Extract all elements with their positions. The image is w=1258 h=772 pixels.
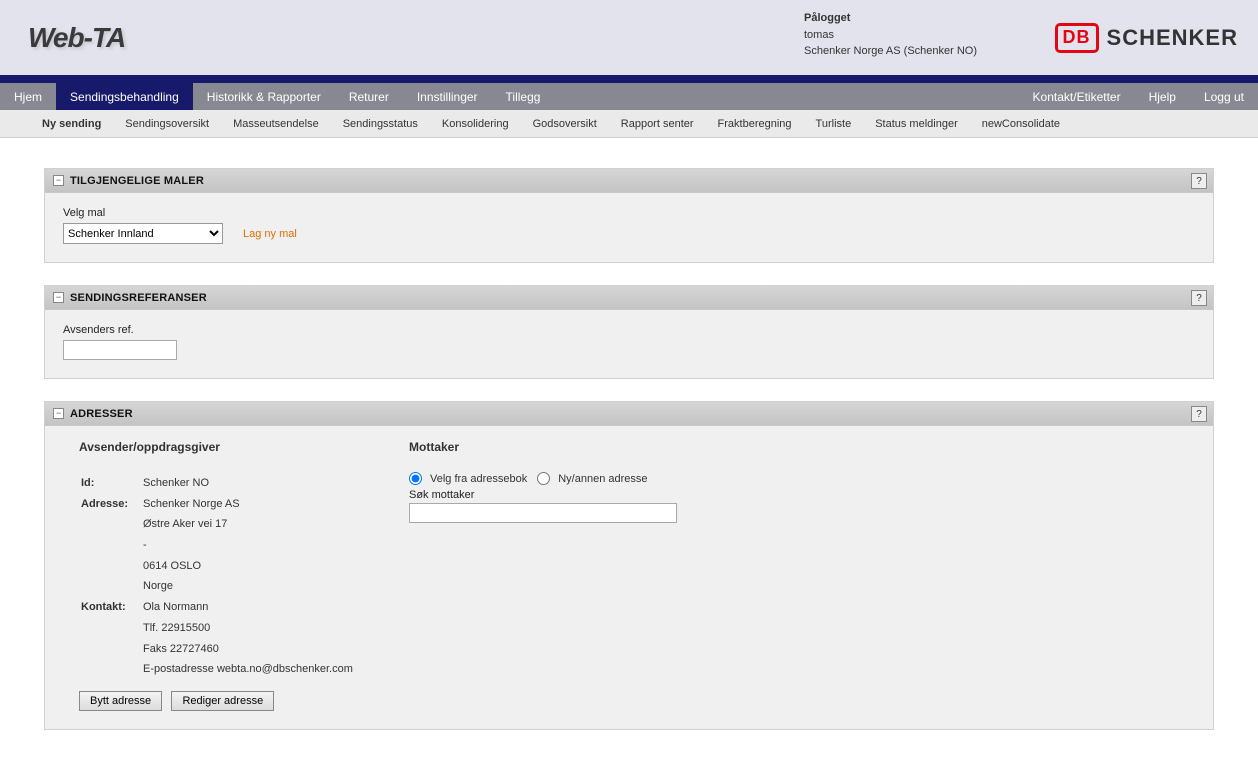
login-label: Pålogget xyxy=(804,10,977,27)
contact-name: Ola Normann xyxy=(143,598,353,617)
nav-spacer xyxy=(554,83,1018,110)
radio-addressbook-text: Velg fra adressebok xyxy=(430,473,527,485)
panel-addresses-head: − ADRESSER ? xyxy=(45,402,1213,426)
panel-templates-body: Velg mal Schenker Innland Lag ny mal xyxy=(45,193,1213,262)
panel-templates: − TILGJENGELIGE MALER ? Velg mal Schenke… xyxy=(44,168,1214,263)
divider-bar xyxy=(0,75,1258,83)
sender-table: Id: Schenker NO Adresse: Schenker Norge … xyxy=(79,472,355,681)
subnav-masseutsendelse[interactable]: Masseutsendelse xyxy=(221,118,331,130)
panel-addresses-title: ADRESSER xyxy=(70,408,133,420)
receiver-column: Mottaker Velg fra adressebok Ny/annen ad… xyxy=(409,440,975,711)
login-company: Schenker Norge AS (Schenker NO) xyxy=(804,43,977,60)
subnav-sendingsstatus[interactable]: Sendingsstatus xyxy=(331,118,430,130)
app-logo: Web-TA xyxy=(28,22,125,54)
panel-templates-title: TILGJENGELIGE MALER xyxy=(70,175,204,187)
addr-label: Adresse: xyxy=(81,495,141,514)
brand-logo: DB SCHENKER xyxy=(1055,23,1238,53)
nav-innstillinger[interactable]: Innstillinger xyxy=(403,83,492,110)
subnav-fraktberegning[interactable]: Fraktberegning xyxy=(706,118,804,130)
subnav-godsoversikt[interactable]: Godsoversikt xyxy=(521,118,609,130)
subnav-ny-sending[interactable]: Ny sending xyxy=(30,118,113,130)
nav-historikk[interactable]: Historikk & Rapporter xyxy=(193,83,335,110)
addr-line5: Norge xyxy=(143,577,353,596)
radio-addressbook-label[interactable]: Velg fra adressebok xyxy=(409,472,527,485)
collapse-icon[interactable]: − xyxy=(53,175,64,186)
subnav-sendingsoversikt[interactable]: Sendingsoversikt xyxy=(113,118,221,130)
nav-kontakt[interactable]: Kontakt/Etiketter xyxy=(1019,83,1135,110)
receiver-heading: Mottaker xyxy=(409,440,975,454)
search-receiver-input[interactable] xyxy=(409,503,677,523)
contact-fax: Faks 22727460 xyxy=(143,640,353,659)
collapse-icon[interactable]: − xyxy=(53,408,64,419)
radio-newaddress[interactable] xyxy=(537,472,550,485)
id-value: Schenker NO xyxy=(143,474,353,493)
addr-line1: Schenker Norge AS xyxy=(143,495,353,514)
velg-mal-label: Velg mal xyxy=(63,207,1195,219)
contact-tel: Tlf. 22915500 xyxy=(143,619,353,638)
help-icon[interactable]: ? xyxy=(1191,173,1207,189)
addr-line4: 0614 OSLO xyxy=(143,557,353,576)
nav-hjelp[interactable]: Hjelp xyxy=(1135,83,1190,110)
help-icon[interactable]: ? xyxy=(1191,290,1207,306)
new-template-link[interactable]: Lag ny mal xyxy=(243,228,297,240)
collapse-icon[interactable]: − xyxy=(53,292,64,303)
main-content: − TILGJENGELIGE MALER ? Velg mal Schenke… xyxy=(0,138,1258,772)
db-icon: DB xyxy=(1055,23,1099,53)
template-row: Schenker Innland Lag ny mal xyxy=(63,223,1195,244)
radio-newaddress-text: Ny/annen adresse xyxy=(558,473,647,485)
help-icon[interactable]: ? xyxy=(1191,406,1207,422)
nav-tillegg[interactable]: Tillegg xyxy=(492,83,555,110)
schenker-text: SCHENKER xyxy=(1107,25,1238,51)
search-receiver-label: Søk mottaker xyxy=(409,489,975,501)
subnav-turliste[interactable]: Turliste xyxy=(804,118,864,130)
panel-refs-body: Avsenders ref. xyxy=(45,310,1213,378)
template-select[interactable]: Schenker Innland xyxy=(63,223,223,244)
subnav-konsolidering[interactable]: Konsolidering xyxy=(430,118,521,130)
avsenders-ref-label: Avsenders ref. xyxy=(63,324,1195,336)
subnav-statusmeldinger[interactable]: Status meldinger xyxy=(863,118,970,130)
subnav-newconsolidate[interactable]: newConsolidate xyxy=(970,118,1072,130)
radio-addressbook[interactable] xyxy=(409,472,422,485)
avsenders-ref-input[interactable] xyxy=(63,340,177,360)
panel-refs-title: SENDINGSREFERANSER xyxy=(70,292,207,304)
addr-line3: - xyxy=(143,536,353,555)
radio-newaddress-label[interactable]: Ny/annen adresse xyxy=(537,472,647,485)
id-label: Id: xyxy=(81,474,141,493)
sub-nav: Ny sending Sendingsoversikt Masseutsende… xyxy=(0,110,1258,138)
login-info: Pålogget tomas Schenker Norge AS (Schenk… xyxy=(804,10,977,60)
panel-refs-head: − SENDINGSREFERANSER ? xyxy=(45,286,1213,310)
change-address-button[interactable]: Bytt adresse xyxy=(79,691,162,711)
addr-line2: Østre Aker vei 17 xyxy=(143,515,353,534)
main-nav: Hjem Sendingsbehandling Historikk & Rapp… xyxy=(0,83,1258,110)
login-user: tomas xyxy=(804,27,977,44)
subnav-rapport[interactable]: Rapport senter xyxy=(609,118,706,130)
nav-hjem[interactable]: Hjem xyxy=(0,83,56,110)
nav-returer[interactable]: Returer xyxy=(335,83,403,110)
nav-loggut[interactable]: Logg ut xyxy=(1190,83,1258,110)
receiver-radio-row: Velg fra adressebok Ny/annen adresse xyxy=(409,472,975,485)
panel-refs: − SENDINGSREFERANSER ? Avsenders ref. xyxy=(44,285,1214,379)
edit-address-button[interactable]: Rediger adresse xyxy=(171,691,274,711)
panel-templates-head: − TILGJENGELIGE MALER ? xyxy=(45,169,1213,193)
nav-sendingsbehandling[interactable]: Sendingsbehandling xyxy=(56,83,193,110)
contact-label: Kontakt: xyxy=(81,598,141,617)
panel-addresses: − ADRESSER ? Avsender/oppdragsgiver Id: … xyxy=(44,401,1214,730)
app-header: Web-TA Pålogget tomas Schenker Norge AS … xyxy=(0,0,1258,75)
panel-addresses-body: Avsender/oppdragsgiver Id: Schenker NO A… xyxy=(45,426,1213,729)
address-columns: Avsender/oppdragsgiver Id: Schenker NO A… xyxy=(63,440,1195,711)
contact-email: E-postadresse webta.no@dbschenker.com xyxy=(143,660,353,679)
